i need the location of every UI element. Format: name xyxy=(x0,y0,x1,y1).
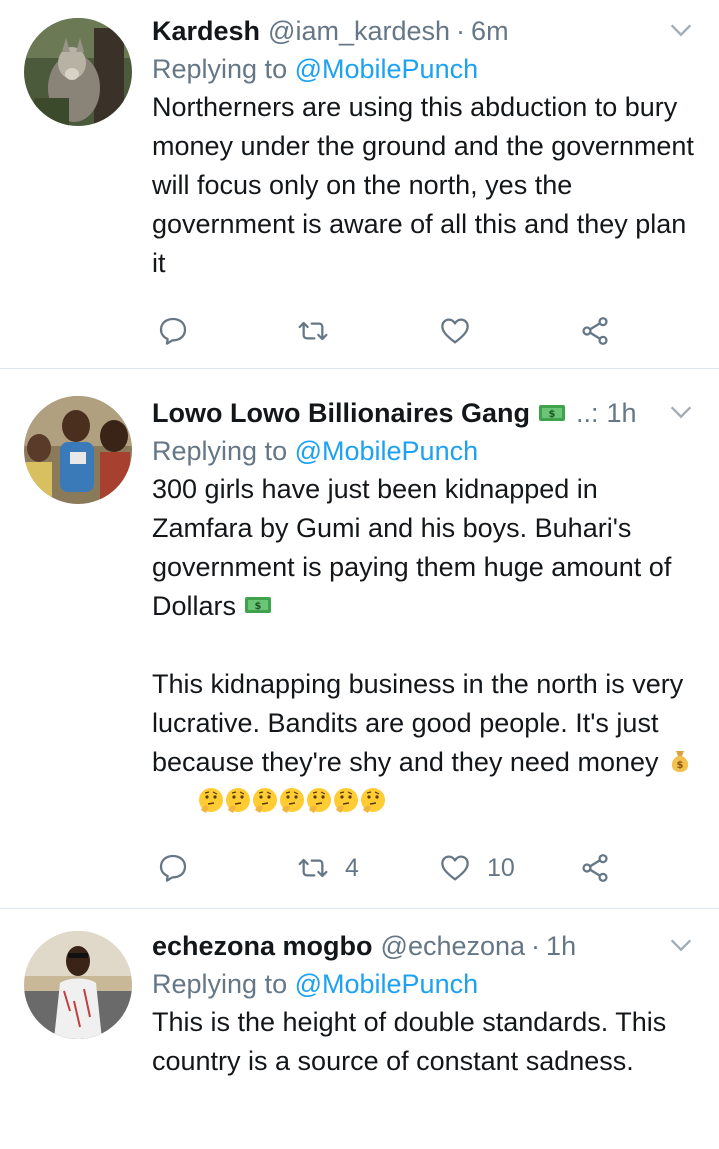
reply-icon xyxy=(159,317,187,345)
replying-to-link[interactable]: @MobilePunch xyxy=(295,436,479,466)
chevron-down-icon[interactable] xyxy=(667,398,695,426)
tweet-text-paragraph-2: This kidnapping business in the north is… xyxy=(152,665,701,860)
share-button[interactable] xyxy=(579,315,611,347)
separator-dot: · xyxy=(531,930,541,961)
avatar-man-image xyxy=(24,931,132,1039)
user-name[interactable]: Kardesh xyxy=(152,16,260,47)
replying-to: Replying to @MobilePunch xyxy=(152,50,701,88)
replying-to-link[interactable]: @MobilePunch xyxy=(295,54,479,84)
dollar-banknote-emoji: $ xyxy=(244,591,272,619)
dollar-banknote-emoji: $ xyxy=(538,399,566,427)
emoji-row xyxy=(197,786,386,816)
svg-text:$: $ xyxy=(549,409,556,420)
tweet-header: echezona mogbo @echezona · 1h xyxy=(152,927,701,965)
separator-dot: · xyxy=(456,15,466,46)
replying-to: Replying to @MobilePunch xyxy=(152,965,701,1003)
avatar[interactable] xyxy=(24,396,132,504)
user-handle[interactable]: @echezona xyxy=(381,931,526,962)
tweet-time[interactable]: 6m xyxy=(471,16,509,47)
retweet-button[interactable] xyxy=(297,315,329,347)
tweet-text: Northerners are using this abduction to … xyxy=(152,92,702,278)
thinking-face-emoji xyxy=(305,786,333,814)
avatar[interactable] xyxy=(24,931,132,1039)
replying-to-link[interactable]: @MobilePunch xyxy=(295,969,479,999)
tweet-header: Lowo Lowo Billionaires Gang $ ..: 1h xyxy=(152,394,701,432)
tweet-actions xyxy=(152,311,642,351)
reply-button[interactable] xyxy=(157,852,189,884)
svg-text:$: $ xyxy=(254,601,261,612)
retweet-icon xyxy=(298,321,328,341)
thinking-face-emoji xyxy=(359,786,387,814)
replying-prefix: Replying to xyxy=(152,436,295,466)
tweet-card[interactable]: Kardesh @iam_kardesh · 6m Replying to @M… xyxy=(0,0,719,369)
tweet-card[interactable]: Lowo Lowo Billionaires Gang $ ..: 1h Rep… xyxy=(0,368,719,909)
replying-prefix: Replying to xyxy=(152,969,295,999)
avatar[interactable] xyxy=(24,18,132,126)
reply-button[interactable] xyxy=(157,315,189,347)
reply-icon xyxy=(159,854,187,882)
thinking-face-emoji xyxy=(278,786,306,814)
retweet-icon xyxy=(298,858,328,878)
avatar-children-image xyxy=(24,396,132,504)
tweet-actions: 4 10 xyxy=(152,848,642,888)
retweet-count: 4 xyxy=(345,853,359,882)
avatar-wolf-image xyxy=(24,18,132,126)
tweet-header: Kardesh @iam_kardesh · 6m xyxy=(152,12,701,50)
tweet-time[interactable]: 1h xyxy=(546,931,576,962)
retweet-button[interactable]: 4 xyxy=(297,852,359,884)
chevron-down-icon[interactable] xyxy=(667,16,695,44)
share-icon xyxy=(582,317,608,345)
share-button[interactable] xyxy=(579,852,611,884)
like-button[interactable] xyxy=(439,315,471,347)
like-button[interactable]: 10 xyxy=(439,852,515,884)
replying-prefix: Replying to xyxy=(152,54,295,84)
tweet-time[interactable]: 1h xyxy=(607,398,637,429)
svg-text:$: $ xyxy=(677,760,684,771)
heart-icon xyxy=(441,318,469,344)
like-count: 10 xyxy=(487,853,515,882)
thinking-face-emoji xyxy=(332,786,360,814)
heart-icon xyxy=(441,855,469,881)
money-bag-emoji: $ xyxy=(666,747,694,775)
replying-to: Replying to @MobilePunch xyxy=(152,432,701,470)
thinking-face-emoji xyxy=(197,786,225,814)
tweet-text: This is the height of double standards. … xyxy=(152,1007,674,1076)
user-handle[interactable]: @iam_kardesh xyxy=(268,16,450,47)
user-handle[interactable]: ..: xyxy=(576,398,599,429)
tweet-text-paragraph-1: 300 girls have just been kidnapped in Za… xyxy=(152,470,701,626)
thinking-face-emoji xyxy=(251,786,279,814)
chevron-down-icon[interactable] xyxy=(667,931,695,959)
tweet-text: This kidnapping business in the north is… xyxy=(152,669,691,777)
user-name[interactable]: Lowo Lowo Billionaires Gang xyxy=(152,398,530,429)
tweet-text: 300 girls have just been kidnapped in Za… xyxy=(152,474,679,621)
thinking-face-emoji xyxy=(224,786,252,814)
tweet-card[interactable]: echezona mogbo @echezona · 1h Replying t… xyxy=(0,909,719,1149)
share-icon xyxy=(582,854,608,882)
user-name[interactable]: echezona mogbo xyxy=(152,931,373,962)
